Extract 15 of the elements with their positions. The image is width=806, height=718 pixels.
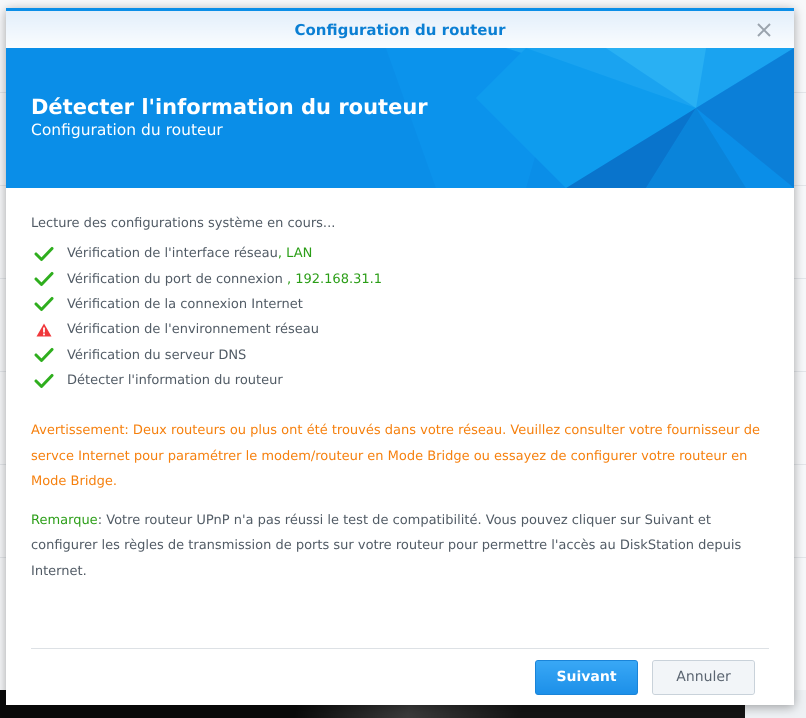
window-title: Configuration du routeur (294, 20, 506, 38)
check-item-text: Vérification du port de connexion , 192.168.31.1 (67, 272, 382, 287)
note-text: Remarque: Votre routeur UPnP n'a pas réussi le test de compatibilité. Vous pouvez cliquer sur Suivant et configurer les règles de transmission de ports sur votre routeur pour permettre l'accès au DiskStation depuis Internet. (31, 512, 742, 581)
banner-heading: Détecter l'information du routeur (31, 95, 428, 119)
check-item-text: Vérification du serveur DNS (67, 348, 246, 363)
cancel-button[interactable]: Annuler (652, 660, 755, 694)
next-button[interactable]: Suivant (535, 660, 638, 694)
close-icon[interactable] (756, 22, 772, 38)
warning-text: Avertissement: Deux routeurs ou plus ont été trouvés dans votre réseau. Veuillez consulter votre fournisseur de servce Internet pour paramétrer le modem/routeur en Mode Bridge ou essayez de configurer votre routeur en Mode Bridge. (31, 422, 761, 492)
check-item-text: Vérification de l'environnement réseau (67, 322, 319, 338)
banner-subheading: Configuration du routeur (31, 121, 224, 139)
check-item-text: Vérification de la connexion Internet (67, 296, 303, 312)
check-item-text: Vérification de l'interface réseau, LAN (67, 246, 312, 262)
check-item-text: Détecter l'information du routeur (67, 373, 283, 388)
status-text: Lecture des configurations système en cours... (31, 216, 336, 231)
